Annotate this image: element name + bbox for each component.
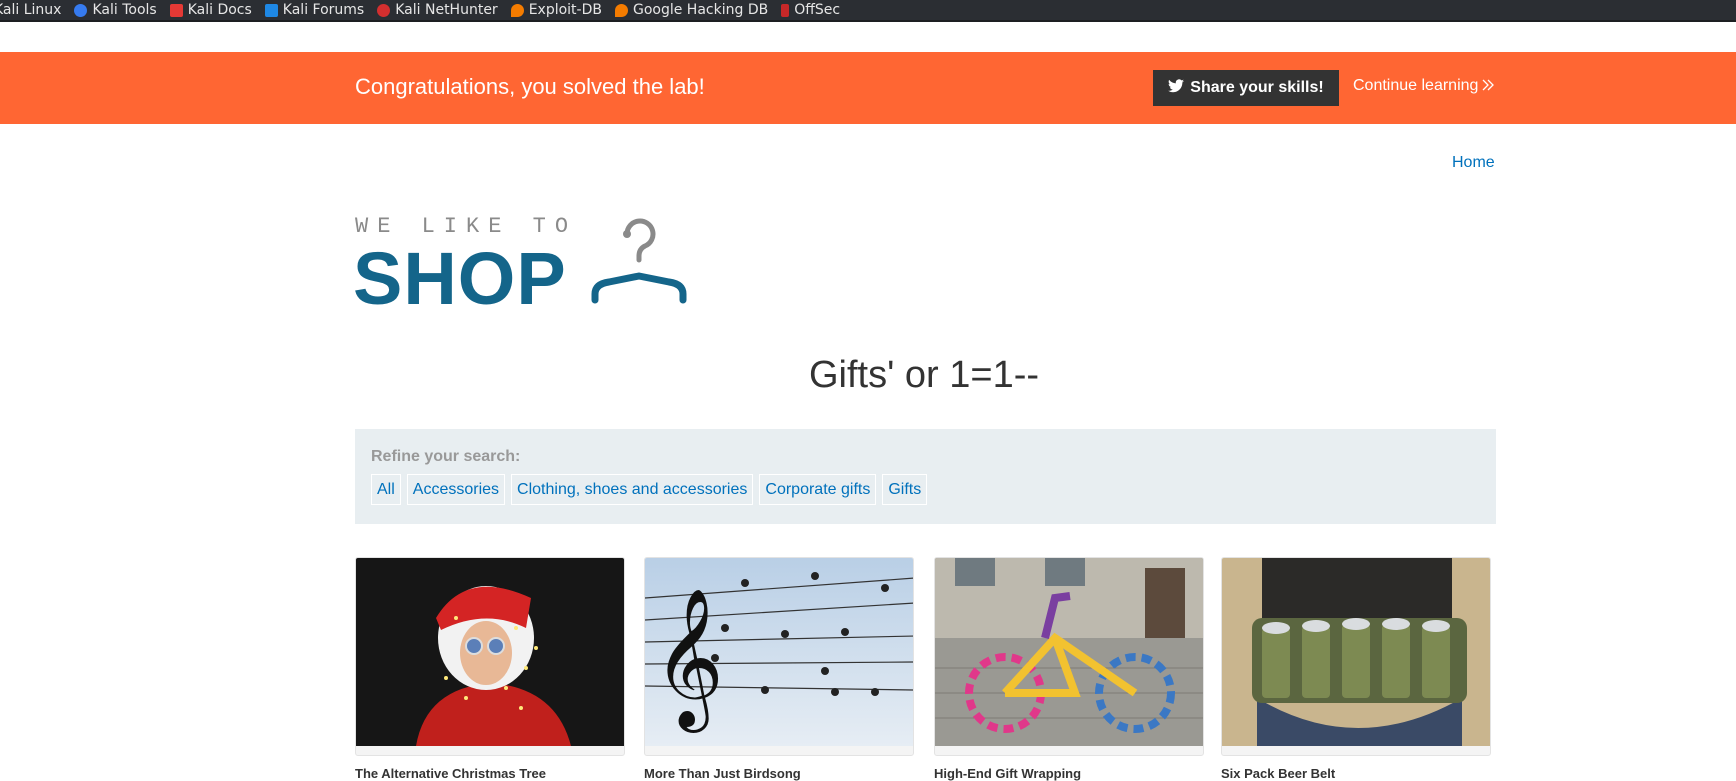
share-skills-label: Share your skills! (1190, 79, 1324, 96)
bookmark-exploit-db[interactable]: Exploit-DB (510, 0, 602, 21)
shop-logo[interactable]: WE LIKE TO SHOP (353, 214, 715, 320)
product-card[interactable]: Six Pack Beer Belt (1221, 557, 1491, 781)
bookmark-kali-forums[interactable]: Kali Forums (264, 0, 365, 21)
kali-forums-icon (264, 3, 278, 17)
hanger-icon (591, 218, 687, 304)
bookmark-offsec[interactable]: OffSec (781, 0, 840, 21)
search-filter-panel: Refine your search: All Accessories Clot… (355, 429, 1496, 524)
bookmark-label: Kali NetHunter (395, 2, 498, 18)
filter-link-gifts[interactable]: Gifts (882, 474, 928, 505)
bookmark-label: Google Hacking DB (632, 2, 769, 18)
bookmark-label: Kali Linux (0, 2, 62, 18)
bookmarks-bar: Kali Linux Kali Tools Kali Docs Kali For… (0, 0, 1736, 22)
filter-link-clothing[interactable]: Clothing, shoes and accessories (511, 474, 754, 505)
product-grid: The Alternative Christmas Tree 𝄞 More Th… (355, 557, 1496, 781)
home-link[interactable]: Home (1452, 154, 1495, 172)
gift-wrapping-image[interactable] (934, 557, 1204, 756)
product-card[interactable]: 𝄞 More Than Just Birdsong (644, 557, 914, 781)
bookmark-kali-linux[interactable]: Kali Linux (0, 0, 61, 21)
bookmark-label: Exploit-DB (528, 2, 602, 18)
double-chevron-right-icon (1482, 78, 1495, 94)
birdsong-image[interactable]: 𝄞 (644, 557, 914, 756)
kali-docs-icon (169, 3, 183, 17)
filter-link-corporate-gifts[interactable]: Corporate gifts (759, 474, 877, 505)
exploit-db-icon (510, 3, 524, 17)
product-card[interactable]: High-End Gift Wrapping (934, 557, 1204, 781)
bookmark-label: Kali Forums (282, 2, 365, 18)
logo-main-text: SHOP (353, 237, 567, 320)
filter-label: Refine your search: (371, 448, 521, 465)
page-title: Gifts' or 1=1-- (808, 354, 1040, 396)
continue-learning-label: Continue learning (1353, 77, 1479, 94)
bookmark-label: OffSec (794, 2, 841, 18)
bookmark-kali-docs[interactable]: Kali Docs (169, 0, 252, 21)
bookmark-label: Kali Tools (92, 2, 157, 18)
lab-solved-message: Congratulations, you solved the lab! (355, 74, 705, 99)
filter-link-accessories[interactable]: Accessories (406, 474, 506, 505)
christmas-tree-image[interactable] (355, 557, 625, 756)
category-filter-list: All Accessories Clothing, shoes and acce… (371, 474, 933, 505)
beer-belt-image[interactable] (1221, 557, 1491, 756)
bookmark-kali-nethunter[interactable]: Kali NetHunter (377, 0, 498, 21)
kali-tools-icon (74, 3, 88, 17)
filter-link-all[interactable]: All (371, 474, 401, 505)
kali-nethunter-icon (377, 3, 391, 17)
bookmark-kali-tools[interactable]: Kali Tools (74, 0, 157, 21)
bookmark-label: Kali Docs (187, 2, 252, 18)
lab-solved-banner: Congratulations, you solved the lab! Sha… (0, 52, 1736, 124)
continue-learning-link[interactable]: Continue learning (1353, 77, 1495, 95)
product-card[interactable]: The Alternative Christmas Tree (355, 557, 625, 781)
share-skills-button[interactable]: Share your skills! (1153, 70, 1339, 106)
offsec-icon (781, 3, 790, 17)
ghdb-icon (614, 3, 628, 17)
bookmark-ghdb[interactable]: Google Hacking DB (614, 0, 769, 21)
twitter-icon (1168, 78, 1185, 98)
